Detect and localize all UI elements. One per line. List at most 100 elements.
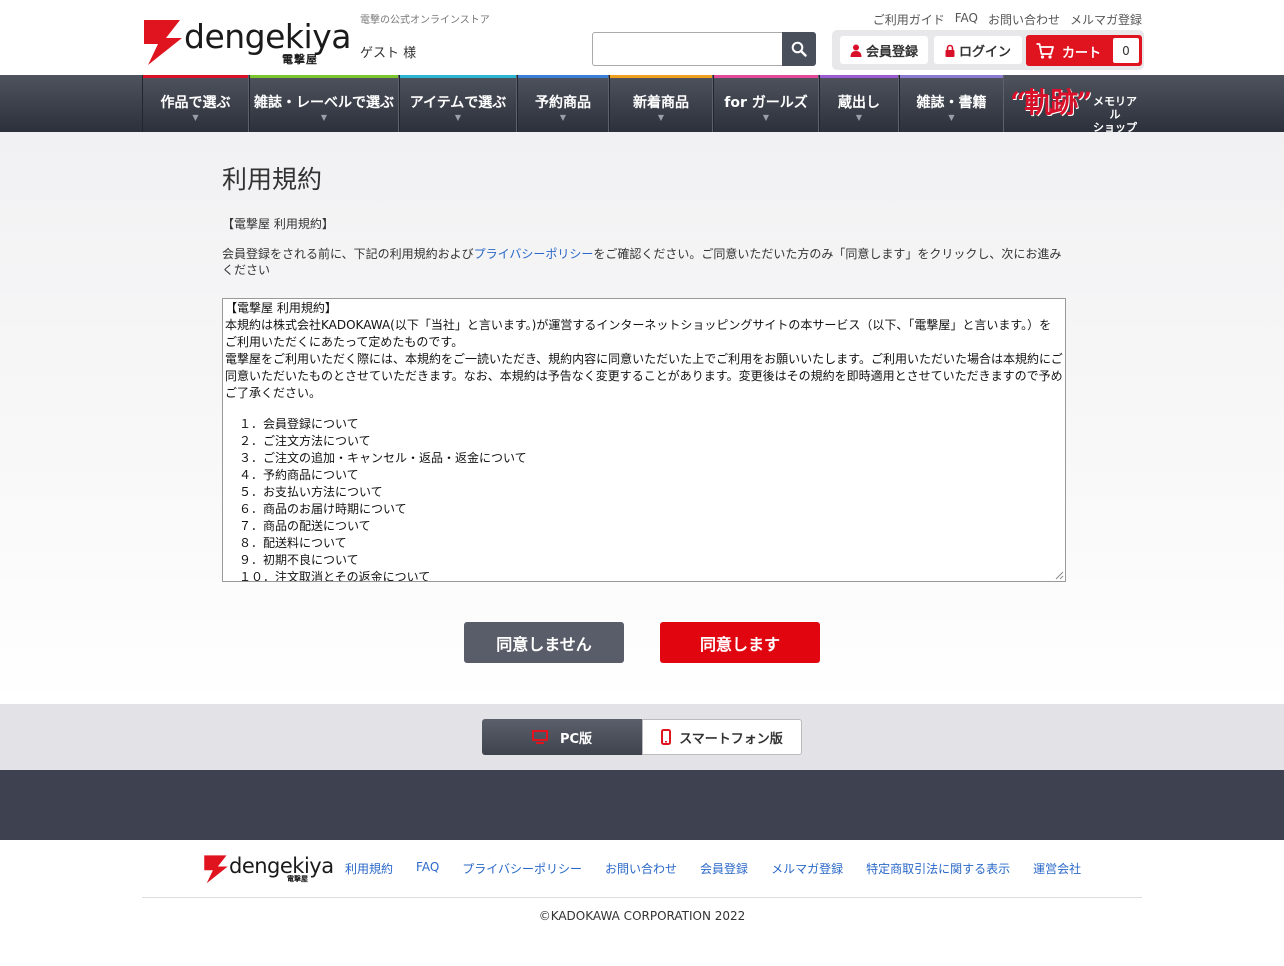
privacy-policy-link[interactable]: プライバシーポリシー [474, 247, 594, 261]
nav-for-girls[interactable]: for ガールズ ▼ [713, 75, 819, 132]
search-button[interactable] [782, 32, 816, 66]
smartphone-version-label: スマートフォン版 [679, 731, 783, 747]
page-title: 利用規約 [222, 165, 323, 194]
memorial-shop-subtitle: メモリアル ショップ [1088, 95, 1142, 134]
terms-toc-item: ６．商品のお届け時期について [239, 502, 407, 516]
site-logo[interactable]: dengekiya 電撃屋 [142, 18, 351, 66]
nav-accent-bar [518, 75, 608, 78]
nav-accent-bar [400, 75, 516, 78]
decline-button[interactable]: 同意しません [464, 622, 624, 663]
chevron-down-icon: ▼ [192, 113, 199, 122]
login-label: ログイン [958, 44, 1011, 60]
footer-link-commerce-law[interactable]: 特定商取引法に関する表示 [866, 860, 1010, 877]
nav-label: 予約商品 [535, 95, 591, 111]
top-links: ご利用ガイド FAQ お問い合わせ メルマガ登録 [873, 11, 1142, 28]
terms-toc-item: ２．ご注文方法について [239, 434, 371, 448]
login-button[interactable]: ログイン [934, 36, 1022, 64]
chevron-down-icon: ▼ [559, 113, 567, 122]
terms-paragraph: 電撃屋をご利用いただく際には、本規約をご一読いただき、規約内容に同意いただいた上… [225, 352, 1063, 400]
intro-text-before: 会員登録をされる前に、下記の利用規約および [222, 247, 474, 261]
contact-link[interactable]: お問い合わせ [988, 11, 1060, 28]
cart-button[interactable]: カート 0 [1026, 35, 1142, 66]
intro-text: 会員登録をされる前に、下記の利用規約およびプライバシーポリシーをご確認ください。… [222, 246, 1066, 278]
faq-link[interactable]: FAQ [955, 11, 978, 28]
nav-accent-bar [820, 75, 898, 78]
nav-preorder[interactable]: 予約商品 ▼ [517, 75, 609, 132]
footer-link-newsletter[interactable]: メルマガ登録 [771, 860, 843, 877]
nav-label: 新着商品 [633, 95, 689, 111]
register-label: 会員登録 [865, 44, 918, 60]
resize-handle-icon[interactable] [1055, 571, 1064, 580]
terms-toc-item: ３．ご注文の追加・キャンセル・返品・返金について [239, 451, 527, 465]
main-content: 利用規約 【電撃屋 利用規約】 会員登録をされる前に、下記の利用規約およびプライ… [0, 132, 1284, 704]
cart-label: カート [1062, 46, 1102, 61]
search-icon [791, 41, 807, 57]
terms-heading: 【電撃屋 利用規約】 [225, 301, 337, 315]
nav-magazines-books[interactable]: 雑誌・書籍 ▼ [899, 75, 1004, 132]
nav-label: 蔵出し [838, 95, 880, 111]
chevron-down-icon: ▼ [320, 113, 328, 122]
nav-accent-bar [610, 75, 712, 78]
guest-greeting: ゲスト 様 [360, 46, 417, 61]
terms-toc-item: １０．注文取消とその返金について [239, 570, 431, 582]
footer-logo-subtext: 電撃屋 [287, 875, 308, 883]
footer-link-faq[interactable]: FAQ [416, 860, 439, 877]
nav-label: 雑誌・レーベルで選ぶ [254, 95, 394, 111]
lightning-logo-icon [204, 855, 228, 884]
version-switch-bar: PC版 スマートフォン版 [0, 704, 1284, 770]
nav-new-arrivals[interactable]: 新着商品 ▼ [609, 75, 713, 132]
smartphone-version-button[interactable]: スマートフォン版 [642, 719, 802, 755]
cart-count-badge: 0 [1113, 38, 1139, 63]
chevron-down-icon: ▼ [657, 113, 665, 122]
footer-link-register[interactable]: 会員登録 [700, 860, 748, 877]
nav-memorial-shop-banner[interactable]: “軌跡” メモリアル ショップ [1004, 75, 1142, 134]
chevron-down-icon: ▼ [454, 113, 462, 122]
register-button[interactable]: 会員登録 [840, 36, 928, 64]
memorial-shop-sub1: メモリアル [1093, 95, 1137, 121]
nav-accent-bar [250, 75, 398, 78]
chevron-down-icon: ▼ [948, 113, 955, 122]
terms-textarea[interactable]: 【電撃屋 利用規約】 本規約は株式会社KADOKAWA(以下「当社」と言います。… [222, 298, 1066, 582]
footer-links: 利用規約 FAQ プライバシーポリシー お問い合わせ 会員登録 メルマガ登録 特… [345, 860, 1081, 877]
main-nav: 作品で選ぶ ▼ 雑誌・レーベルで選ぶ ▼ アイテムで選ぶ ▼ 予約商品 ▼ 新着… [0, 75, 1284, 134]
lightning-logo-icon [144, 20, 182, 65]
terms-toc-item: ４．予約商品について [239, 468, 359, 482]
copyright: ©KADOKAWA CORPORATION 2022 [538, 909, 746, 923]
nav-by-item[interactable]: アイテムで選ぶ ▼ [399, 75, 517, 132]
footer-logo[interactable]: dengekiya 電撃屋 [203, 854, 334, 884]
nav-by-label[interactable]: 雑誌・レーベルで選ぶ ▼ [249, 75, 399, 132]
chevron-down-icon: ▼ [855, 113, 863, 122]
memorial-shop-title: “軌跡” [1010, 86, 1092, 119]
logo-subtext: 電撃屋 [282, 53, 318, 66]
nav-by-title[interactable]: 作品で選ぶ ▼ [142, 75, 249, 132]
terms-toc-item: ８．配送料について [239, 536, 347, 550]
footer-link-company[interactable]: 運営会社 [1033, 860, 1081, 877]
cart-icon [1036, 43, 1054, 59]
lock-icon [945, 44, 955, 57]
newsletter-link[interactable]: メルマガ登録 [1070, 11, 1142, 28]
nav-label: for ガールズ [724, 95, 808, 111]
nav-label: 作品で選ぶ [160, 95, 231, 111]
nav-label: アイテムで選ぶ [409, 95, 507, 111]
site-tagline: 電撃の公式オンラインストア [360, 15, 490, 26]
footer-divider [142, 897, 1142, 898]
logo-wordmark: dengekiya [184, 17, 351, 56]
agree-button[interactable]: 同意します [660, 622, 820, 663]
nav-clearance[interactable]: 蔵出し ▼ [819, 75, 899, 132]
pc-version-button[interactable]: PC版 [482, 719, 642, 755]
pc-version-label: PC版 [559, 731, 593, 747]
nav-accent-bar [900, 75, 1003, 78]
chevron-down-icon: ▼ [762, 113, 770, 122]
footer-link-privacy[interactable]: プライバシーポリシー [462, 860, 582, 877]
footer-link-contact[interactable]: お問い合わせ [605, 860, 677, 877]
terms-toc-item: ９．初期不良について [239, 553, 359, 567]
guide-link[interactable]: ご利用ガイド [873, 11, 945, 28]
site-footer: dengekiya 電撃屋 利用規約 FAQ プライバシーポリシー お問い合わせ… [0, 840, 1284, 966]
terms-subheading: 【電撃屋 利用規約】 [222, 217, 334, 231]
footer-link-terms[interactable]: 利用規約 [345, 860, 393, 877]
search-input[interactable] [592, 32, 783, 66]
nav-accent-bar [714, 75, 818, 78]
user-bar: 会員登録 ログイン カート 0 [832, 30, 1144, 70]
terms-toc-item: ７．商品の配送について [239, 519, 371, 533]
